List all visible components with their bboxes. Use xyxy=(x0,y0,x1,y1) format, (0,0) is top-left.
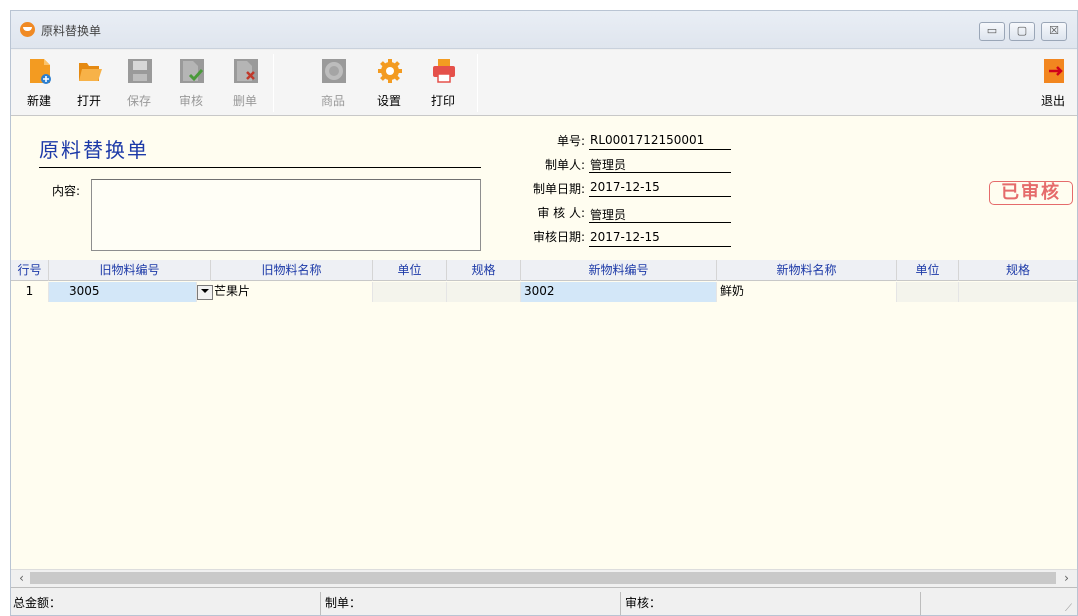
maximize-button[interactable]: ▢ xyxy=(1009,22,1035,41)
column-header[interactable]: 新物料名称 xyxy=(717,260,897,281)
goods-icon xyxy=(322,59,346,83)
row-number: 1 xyxy=(11,282,49,302)
save-label: 保存 xyxy=(126,94,151,108)
column-header[interactable]: 旧物料编号 xyxy=(49,260,211,281)
new-unit-cell[interactable] xyxy=(897,282,959,302)
main-window: 原料替换单 ▭ ▢ ☒ 新建 打开 保存 审核 删单 商品 设置 打印 退出 原… xyxy=(10,10,1078,616)
minimize-button[interactable]: ▭ xyxy=(979,22,1005,41)
content-textarea[interactable] xyxy=(91,179,481,251)
gear-icon xyxy=(378,59,402,83)
print-label: 打印 xyxy=(430,94,455,108)
new-doc-icon xyxy=(30,59,51,84)
column-header[interactable]: 单位 xyxy=(897,260,959,281)
toolbar-separator xyxy=(477,54,478,112)
delete-doc-button[interactable]: 删单 xyxy=(223,53,267,111)
document-header: 原料替换单 内容: 单号: RL0001712150001 制单人: 管理员 制… xyxy=(11,116,1077,261)
maker-label: 制单人: xyxy=(544,158,585,172)
delete-doc-label: 删单 xyxy=(232,94,257,108)
status-bar: 总金额： 制单： 审核： ⟋ xyxy=(11,587,1077,615)
exit-label: 退出 xyxy=(1040,94,1065,108)
grid-header: 行号 旧物料编号 旧物料名称 单位 规格 新物料编号 新物料名称 单位 规格 xyxy=(11,260,1077,281)
save-button[interactable]: 保存 xyxy=(117,53,161,111)
audit-date-label: 审核日期: xyxy=(532,230,585,244)
scroll-left-icon[interactable]: ‹ xyxy=(13,570,30,587)
exit-button[interactable]: 退出 xyxy=(1031,53,1075,111)
chevron-down-icon xyxy=(201,289,209,293)
exit-icon xyxy=(1044,59,1064,83)
auditor-value[interactable]: 管理员 xyxy=(589,206,731,223)
save-icon xyxy=(128,59,152,83)
make-date-value[interactable]: 2017-12-15 xyxy=(589,180,731,197)
make-date-label: 制单日期: xyxy=(532,182,585,196)
title-underline xyxy=(39,167,481,168)
table-row[interactable]: 1 3005 芒果片 3002 鲜奶 xyxy=(11,282,1077,302)
auditor-status-label: 审核： xyxy=(623,592,921,615)
approve-icon xyxy=(180,59,204,83)
toolbar: 新建 打开 保存 审核 删单 商品 设置 打印 退出 xyxy=(11,50,1077,116)
maker-status-label: 制单： xyxy=(323,592,621,615)
title-bar: 原料替换单 ▭ ▢ ☒ xyxy=(11,11,1077,49)
app-icon xyxy=(20,22,35,37)
close-button[interactable]: ☒ xyxy=(1041,22,1067,41)
new-label: 新建 xyxy=(26,94,51,108)
column-header[interactable]: 规格 xyxy=(959,260,1077,281)
open-label: 打开 xyxy=(76,94,101,108)
approve-button[interactable]: 审核 xyxy=(169,53,213,111)
column-header[interactable]: 新物料编号 xyxy=(521,260,717,281)
delete-doc-icon xyxy=(234,59,258,83)
total-amount-label: 总金额： xyxy=(11,592,321,615)
document-title: 原料替换单 xyxy=(39,138,149,162)
goods-label: 商品 xyxy=(320,94,345,108)
settings-button[interactable]: 设置 xyxy=(367,53,411,111)
doc-number-value[interactable]: RL0001712150001 xyxy=(589,133,731,150)
doc-number-label: 单号: xyxy=(556,134,585,148)
settings-label: 设置 xyxy=(376,94,401,108)
scroll-right-icon[interactable]: › xyxy=(1058,570,1075,587)
scrollbar-thumb[interactable] xyxy=(30,572,1056,584)
open-folder-icon xyxy=(79,63,102,81)
detail-grid: 行号 旧物料编号 旧物料名称 单位 规格 新物料编号 新物料名称 单位 规格 1… xyxy=(11,260,1077,585)
maker-value[interactable]: 管理员 xyxy=(589,156,731,173)
old-unit-cell[interactable] xyxy=(373,282,447,302)
new-button[interactable]: 新建 xyxy=(17,53,61,111)
horizontal-scrollbar[interactable]: ‹ › xyxy=(11,569,1077,586)
toolbar-separator xyxy=(273,54,274,112)
status-empty-panel xyxy=(923,592,1077,615)
column-header[interactable]: 旧物料名称 xyxy=(211,260,373,281)
goods-button[interactable]: 商品 xyxy=(311,53,355,111)
auditor-label: 审 核 人: xyxy=(537,206,585,220)
open-button[interactable]: 打开 xyxy=(67,53,111,111)
print-button[interactable]: 打印 xyxy=(421,53,465,111)
window-title: 原料替换单 xyxy=(41,24,102,38)
new-name-cell[interactable]: 鲜奶 xyxy=(717,282,897,302)
old-spec-cell[interactable] xyxy=(447,282,521,302)
old-code-cell[interactable]: 3005 xyxy=(49,282,197,302)
column-header[interactable]: 行号 xyxy=(11,260,49,281)
resize-grip-icon[interactable]: ⟋ xyxy=(1065,603,1075,614)
new-code-cell[interactable]: 3002 xyxy=(521,282,717,302)
approved-stamp: 已审核 xyxy=(989,181,1073,205)
printer-icon xyxy=(433,59,455,83)
column-header[interactable]: 规格 xyxy=(447,260,521,281)
column-header[interactable]: 单位 xyxy=(373,260,447,281)
audit-date-value[interactable]: 2017-12-15 xyxy=(589,230,731,247)
content-label: 内容: xyxy=(52,184,81,198)
old-name-cell[interactable]: 芒果片 xyxy=(211,282,373,302)
approve-label: 审核 xyxy=(178,94,203,108)
new-spec-cell[interactable] xyxy=(959,282,1077,302)
